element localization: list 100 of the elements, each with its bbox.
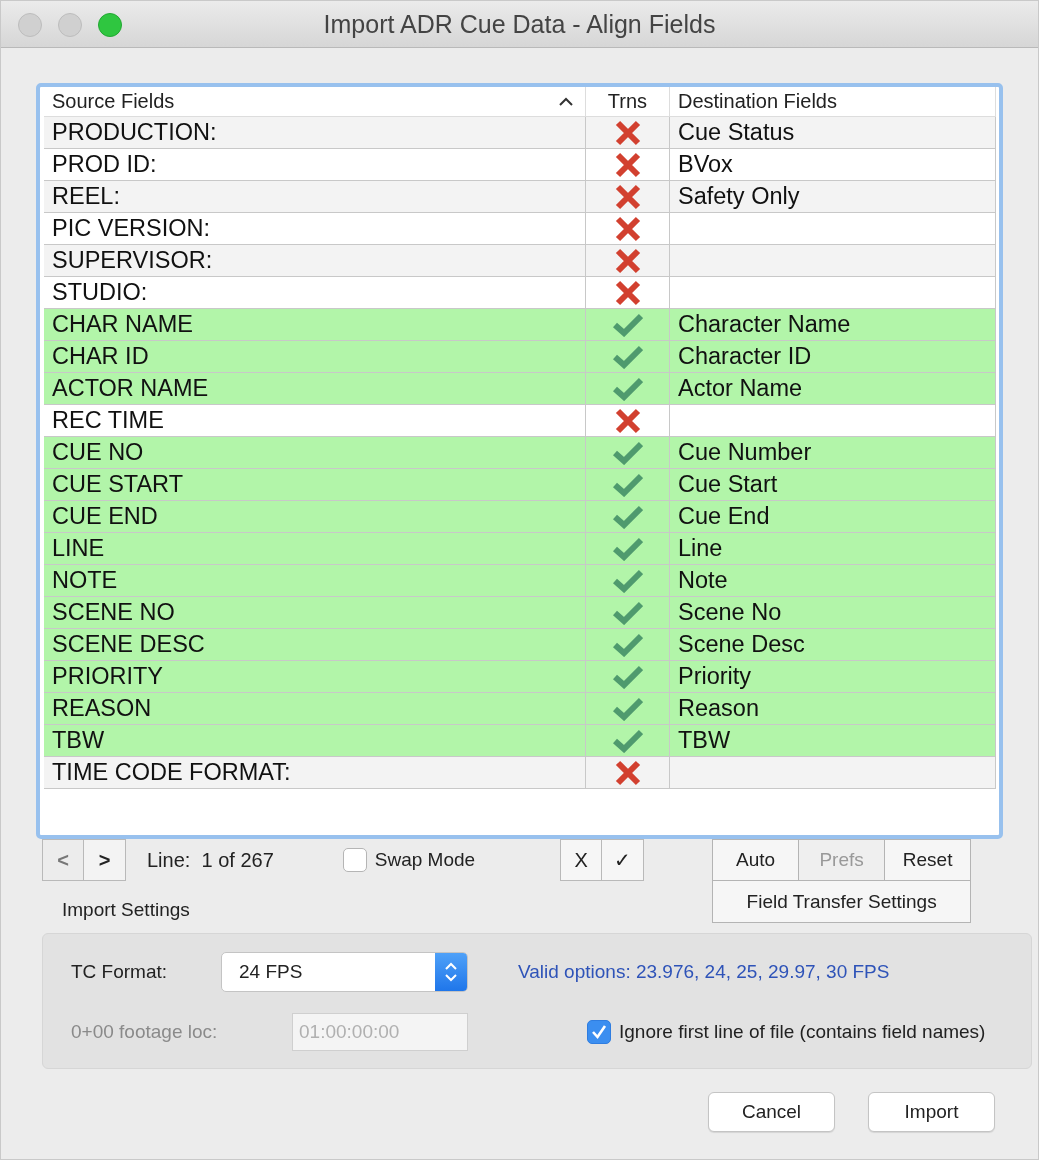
source-field-cell: CHAR NAME xyxy=(44,309,586,341)
cross-icon xyxy=(614,119,641,146)
dialog-button[interactable]: Import xyxy=(868,1092,995,1132)
destination-field-cell: Safety Only xyxy=(670,181,996,213)
checkmark-icon xyxy=(612,504,643,529)
destination-field-cell: Cue Status xyxy=(670,117,996,149)
destination-field-cell: Scene Desc xyxy=(670,629,996,661)
source-field-cell: PRODUCTION: xyxy=(44,117,586,149)
transfer-cell[interactable] xyxy=(586,341,670,373)
transfer-cell[interactable] xyxy=(586,405,670,437)
source-field-cell: PIC VERSION: xyxy=(44,213,586,245)
cross-icon xyxy=(614,279,641,306)
checkmark-icon xyxy=(612,536,643,561)
source-field-cell: SCENE NO xyxy=(44,597,586,629)
transfer-cell[interactable] xyxy=(586,373,670,405)
transfer-cell[interactable] xyxy=(586,565,670,597)
source-field-cell: CUE START xyxy=(44,469,586,501)
check-icon xyxy=(591,1024,607,1040)
zoom-icon[interactable] xyxy=(98,13,122,37)
reject-button[interactable]: X xyxy=(560,839,603,881)
cross-icon xyxy=(614,151,641,178)
transfer-cell[interactable] xyxy=(586,629,670,661)
cross-icon xyxy=(614,215,641,242)
checkmark-icon xyxy=(612,344,643,369)
destination-field-cell: Cue Number xyxy=(670,437,996,469)
transfer-cell[interactable] xyxy=(586,437,670,469)
transfer-cell[interactable] xyxy=(586,725,670,757)
cross-icon xyxy=(614,247,641,274)
transfer-cell[interactable] xyxy=(586,309,670,341)
transfer-cell[interactable] xyxy=(586,245,670,277)
line-counter: Line: 1 of 267 xyxy=(147,848,274,872)
checkmark-icon xyxy=(612,440,643,465)
checkmark-icon xyxy=(612,664,643,689)
source-field-cell: NOTE xyxy=(44,565,586,597)
checkbox-label: Swap Mode xyxy=(374,849,476,871)
transfer-cell[interactable] xyxy=(586,181,670,213)
field-label: TC Format: xyxy=(71,961,169,983)
accept-button[interactable]: ✓ xyxy=(602,839,645,881)
source-field-cell: TBW xyxy=(44,725,586,757)
minimize-icon[interactable] xyxy=(58,13,82,37)
transfer-cell[interactable] xyxy=(586,693,670,725)
transfer-cell[interactable] xyxy=(586,149,670,181)
destination-field-cell: Cue Start xyxy=(670,469,996,501)
destination-field-cell: Scene No xyxy=(670,597,996,629)
destination-field-cell: Cue End xyxy=(670,501,996,533)
field-label: 0+00 footage loc: xyxy=(71,1021,219,1043)
transfer-cell[interactable] xyxy=(586,661,670,693)
tc-format-popup[interactable]: 24 FPS xyxy=(221,952,468,992)
checkmark-icon xyxy=(612,568,643,593)
source-field-cell: REASON xyxy=(44,693,586,725)
source-field-cell: ACTOR NAME xyxy=(44,373,586,405)
dialog-button[interactable]: Cancel xyxy=(708,1092,835,1132)
checkbox[interactable] xyxy=(587,1020,611,1044)
source-field-cell: CHAR ID xyxy=(44,341,586,373)
destination-field-cell: Character ID xyxy=(670,341,996,373)
transfer-cell[interactable] xyxy=(586,597,670,629)
source-field-cell: REC TIME xyxy=(44,405,586,437)
checkmark-icon xyxy=(612,312,643,337)
checkbox[interactable] xyxy=(342,848,367,872)
cross-icon xyxy=(614,183,641,210)
source-field-cell: CUE END xyxy=(44,501,586,533)
destination-field-cell: Note xyxy=(670,565,996,597)
transfer-cell[interactable] xyxy=(586,277,670,309)
source-field-cell: PRIORITY xyxy=(44,661,586,693)
close-icon[interactable] xyxy=(18,13,42,37)
destination-field-cell: Actor Name xyxy=(670,373,996,405)
source-field-cell: PROD ID: xyxy=(44,149,586,181)
transfer-cell[interactable] xyxy=(586,501,670,533)
checkbox-label: Ignore first line of file (contains field names) xyxy=(619,1021,986,1043)
toolbar-button[interactable]: Auto xyxy=(712,839,800,881)
transfer-cell[interactable] xyxy=(586,533,670,565)
transfer-cell[interactable] xyxy=(586,213,670,245)
group-title: Import Settings xyxy=(62,899,191,921)
destination-field-cell: Priority xyxy=(670,661,996,693)
previous-button[interactable]: < xyxy=(42,839,84,881)
destination-field-cell: Character Name xyxy=(670,309,996,341)
destination-field-cell: Reason xyxy=(670,693,996,725)
transfer-cell[interactable] xyxy=(586,757,670,789)
cross-icon xyxy=(614,759,641,786)
toolbar-button[interactable]: Reset xyxy=(885,839,972,881)
field-transfer-settings-button[interactable]: Field Transfer Settings xyxy=(712,881,972,923)
checkmark-icon xyxy=(612,600,643,625)
valid-options-text: Valid options: 23.976, 24, 25, 29.97, 30 FPS xyxy=(518,961,891,983)
sort-caret-icon xyxy=(559,97,573,106)
source-field-cell: CUE NO xyxy=(44,437,586,469)
source-field-cell: TIME CODE FORMAT: xyxy=(44,757,586,789)
destination-field-cell: BVox xyxy=(670,149,996,181)
next-button[interactable]: > xyxy=(84,839,126,881)
source-field-cell: SUPERVISOR: xyxy=(44,245,586,277)
destination-field-cell: TBW xyxy=(670,725,996,757)
cross-icon xyxy=(614,407,641,434)
checkmark-icon xyxy=(612,376,643,401)
source-field-cell: LINE xyxy=(44,533,586,565)
transfer-cell[interactable] xyxy=(586,117,670,149)
destination-field-cell: Line xyxy=(670,533,996,565)
source-field-cell: REEL: xyxy=(44,181,586,213)
checkmark-icon xyxy=(612,728,643,753)
stepper-icon xyxy=(435,953,467,991)
source-field-cell: SCENE DESC xyxy=(44,629,586,661)
transfer-cell[interactable] xyxy=(586,469,670,501)
